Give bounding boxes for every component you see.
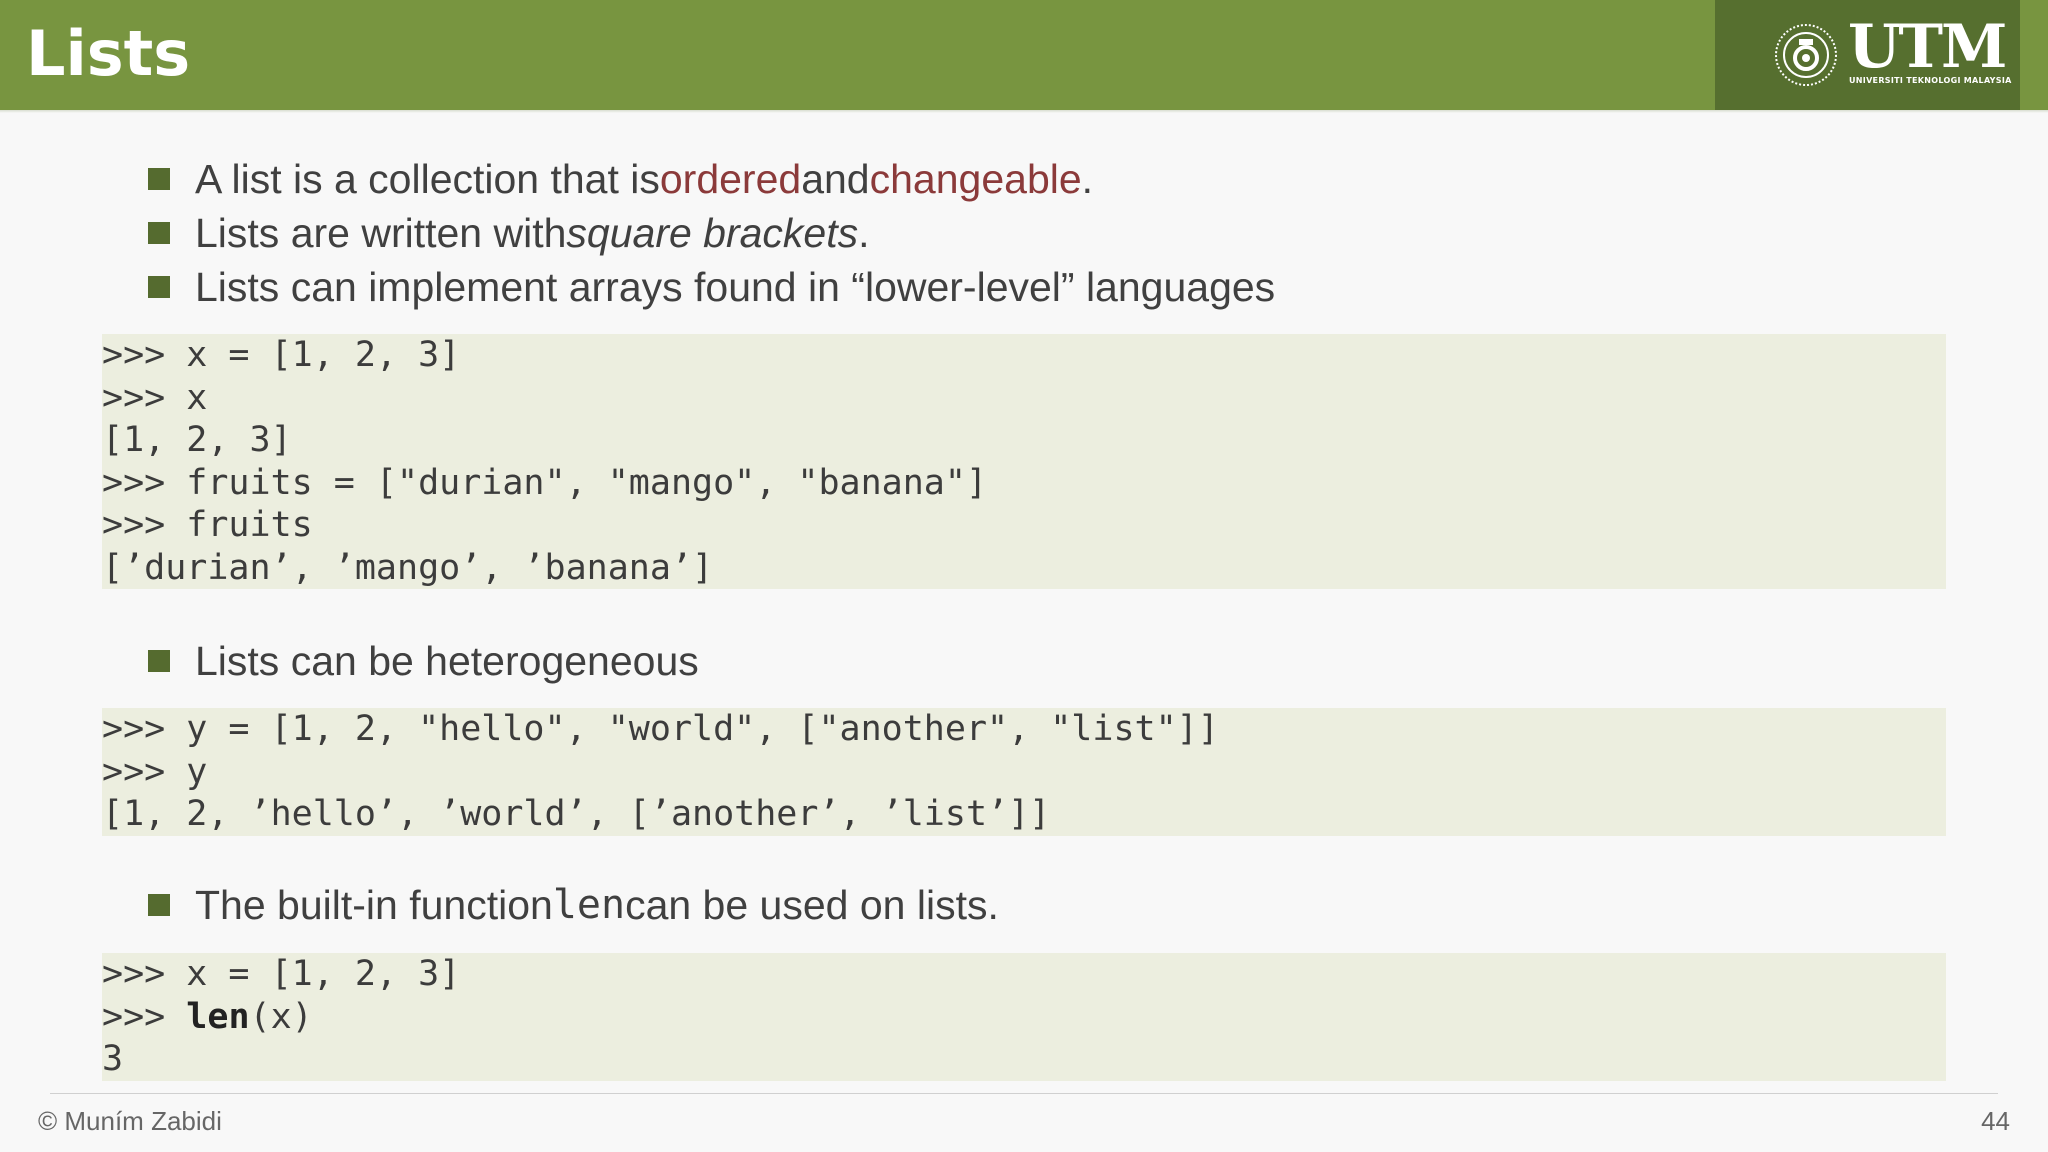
code-line: [1, 2, 3] xyxy=(102,420,292,460)
code-line: >>> x = [1, 2, 3] xyxy=(102,954,461,994)
code-block-lists: >>> x = [1, 2, 3] >>> x [1, 2, 3] >>> fr… xyxy=(102,334,1946,589)
bullet-text: and xyxy=(801,155,870,202)
code-line: [’durian’, ’mango’, ’banana’] xyxy=(102,547,714,588)
bullet-len: The built-in function len can be used on… xyxy=(148,877,999,933)
code-line: >>> x = [1, 2, 3] xyxy=(102,335,461,375)
code-line: [1, 2, ’hello’, ’world’, [’another’, ’li… xyxy=(102,794,1051,834)
code-line: >>> x xyxy=(102,377,208,418)
bullet-heterogeneous: Lists can be heterogeneous xyxy=(148,633,699,689)
bullet-text: Lists can be heterogeneous xyxy=(195,637,699,684)
bullet-text: Lists can implement arrays found in “low… xyxy=(195,263,1276,310)
code-keyword-len: len xyxy=(186,996,250,1037)
code-line: >>> fruits xyxy=(102,505,313,545)
code-prompt: >>> xyxy=(102,996,187,1037)
code-line: >>> len(x) xyxy=(102,996,1946,1039)
bullet-square-icon xyxy=(148,276,170,298)
header-divider xyxy=(0,110,2048,113)
highlight-changeable: changeable xyxy=(869,155,1082,202)
utm-emblem-icon xyxy=(1775,24,1837,86)
bullet-square-icon xyxy=(148,222,170,244)
bullet-ordered-changeable: A list is a collection that is ordered a… xyxy=(148,151,1093,207)
code-line: >>> y = [1, 2, "hello", "world", ["anoth… xyxy=(102,709,1219,749)
bullet-text: . xyxy=(1081,155,1094,202)
footer-divider xyxy=(50,1093,1998,1094)
slide-title: Lists xyxy=(26,17,191,90)
bullet-square-icon xyxy=(148,168,170,190)
code-line: 3 xyxy=(102,1039,124,1079)
bullet-text: The built-in function xyxy=(195,881,553,928)
code-line: >>> fruits = ["durian", "mango", "banana… xyxy=(102,462,988,503)
bullet-text: can be used on lists. xyxy=(625,881,999,928)
bullet-text: A list is a collection that is xyxy=(195,155,660,202)
page-number: 44 xyxy=(1981,1106,2010,1136)
bullet-square-icon xyxy=(148,650,170,672)
bullet-text: Lists are written with xyxy=(195,209,567,256)
code-block-len: >>> x = [1, 2, 3] >>> len(x) 3 xyxy=(102,953,1946,1081)
header-bar: Lists UTM UNIVERSITI TEKNOLOGI MALAYSIA xyxy=(0,0,2048,110)
bullet-square-icon xyxy=(148,894,170,916)
inline-code-len: len xyxy=(552,882,626,928)
code-line: >>> y xyxy=(102,751,208,792)
code-block-heterogeneous: >>> y = [1, 2, "hello", "world", ["anoth… xyxy=(102,708,1946,836)
footer-author: © Muním Zabidi xyxy=(38,1106,222,1136)
logo-text: UTM xyxy=(1848,12,2007,82)
utm-logo: UTM UNIVERSITI TEKNOLOGI MALAYSIA xyxy=(1715,0,2020,110)
code-args: (x) xyxy=(249,996,313,1037)
logo-subtitle: UNIVERSITI TEKNOLOGI MALAYSIA xyxy=(1849,76,2012,85)
bullet-arrays: Lists can implement arrays found in “low… xyxy=(148,259,1275,315)
bullet-text: . xyxy=(858,209,870,256)
bullet-square-brackets: Lists are written with square brackets. xyxy=(148,205,870,261)
italic-square-brackets: square brackets xyxy=(566,209,859,256)
highlight-ordered: ordered xyxy=(659,155,802,202)
